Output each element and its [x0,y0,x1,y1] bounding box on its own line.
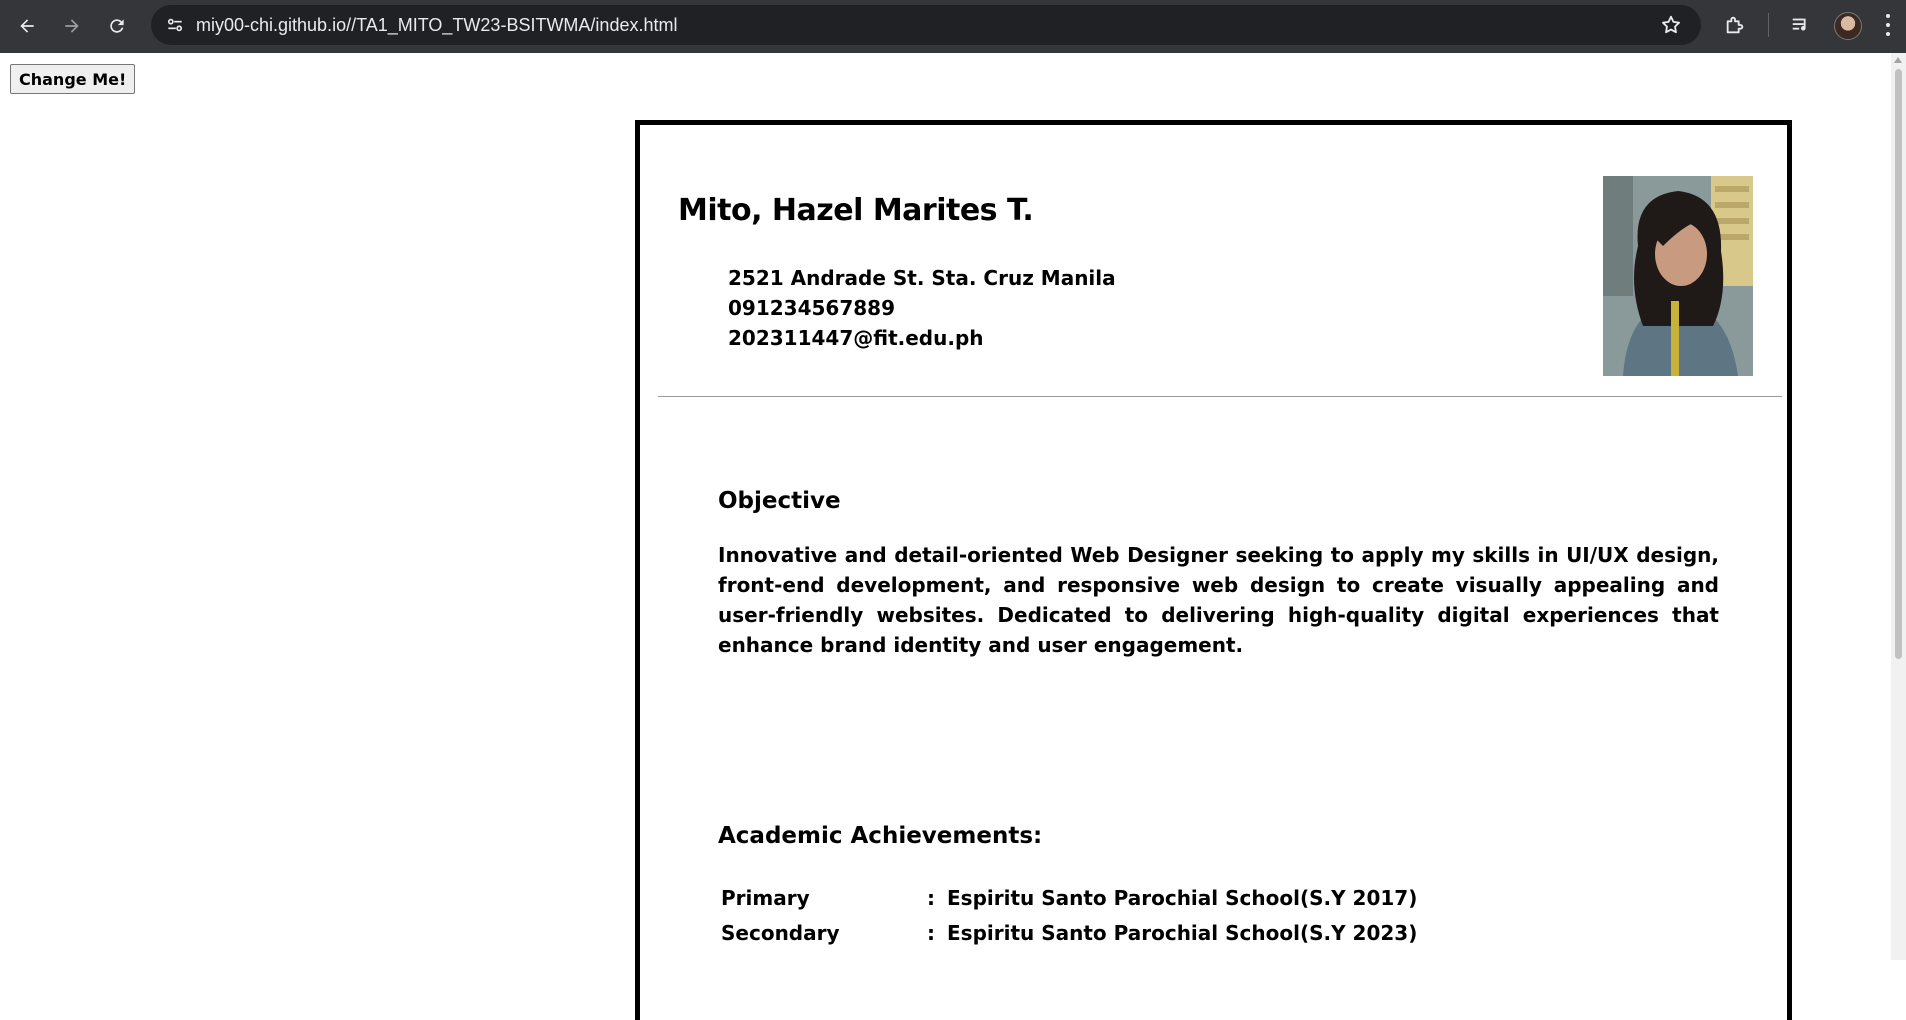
profile-avatar[interactable] [1834,12,1862,40]
reload-icon[interactable] [100,9,134,43]
address-bar[interactable]: miy00-chi.github.io//TA1_MITO_TW23-BSITW… [151,5,1701,45]
forward-arrow-icon[interactable] [55,9,89,43]
objective-text: Innovative and detail-oriented Web Desig… [718,543,1719,657]
achievement-level: Primary [721,885,810,910]
table-row: Primary : Espiritu Santo Parochial Schoo… [718,880,1420,915]
achievement-school: Espiritu Santo Parochial School(S.Y 2023… [947,920,1418,945]
table-row: Secondary : Espiritu Santo Parochial Sch… [718,915,1420,950]
achievement-colon: : [927,920,935,945]
scroll-up-arrow-icon[interactable] [1894,57,1902,63]
achievements-title: Academic Achievements: [718,823,1043,849]
contact-info: 2521 Andrade St. Sta. Cruz Manila 091234… [728,263,1116,353]
contact-phone: 091234567889 [728,296,895,320]
browser-toolbar: miy00-chi.github.io//TA1_MITO_TW23-BSITW… [0,0,1906,53]
achievements-table: Primary : Espiritu Santo Parochial Schoo… [718,880,1420,950]
bookmark-star-icon[interactable] [1659,13,1683,37]
contact-email: 202311447@fit.edu.ph [728,326,984,350]
scroll-thumb[interactable] [1895,69,1902,659]
extensions-icon[interactable] [1720,10,1750,40]
achievement-school: Espiritu Santo Parochial School(S.Y 2017… [947,885,1418,910]
resume-name: Mito, Hazel Marites T. [678,193,1034,228]
menu-dots-icon[interactable] [1878,12,1898,38]
header-divider [658,396,1782,397]
achievement-level: Secondary [721,920,840,945]
media-controls-icon[interactable] [1786,10,1816,40]
achievement-colon: : [927,885,935,910]
back-arrow-icon[interactable] [10,9,44,43]
page-scrollbar[interactable] [1891,53,1906,960]
url-text[interactable]: miy00-chi.github.io//TA1_MITO_TW23-BSITW… [196,15,677,36]
change-me-button[interactable]: Change Me! [10,64,136,94]
objective-title: Objective [718,488,841,514]
profile-photo [1603,176,1753,376]
toolbar-divider [1768,13,1769,37]
site-info-icon[interactable] [163,13,187,37]
resume-card: Mito, Hazel Marites T. 2521 Andrade St. … [635,120,1792,1020]
contact-address: 2521 Andrade St. Sta. Cruz Manila [728,266,1116,290]
